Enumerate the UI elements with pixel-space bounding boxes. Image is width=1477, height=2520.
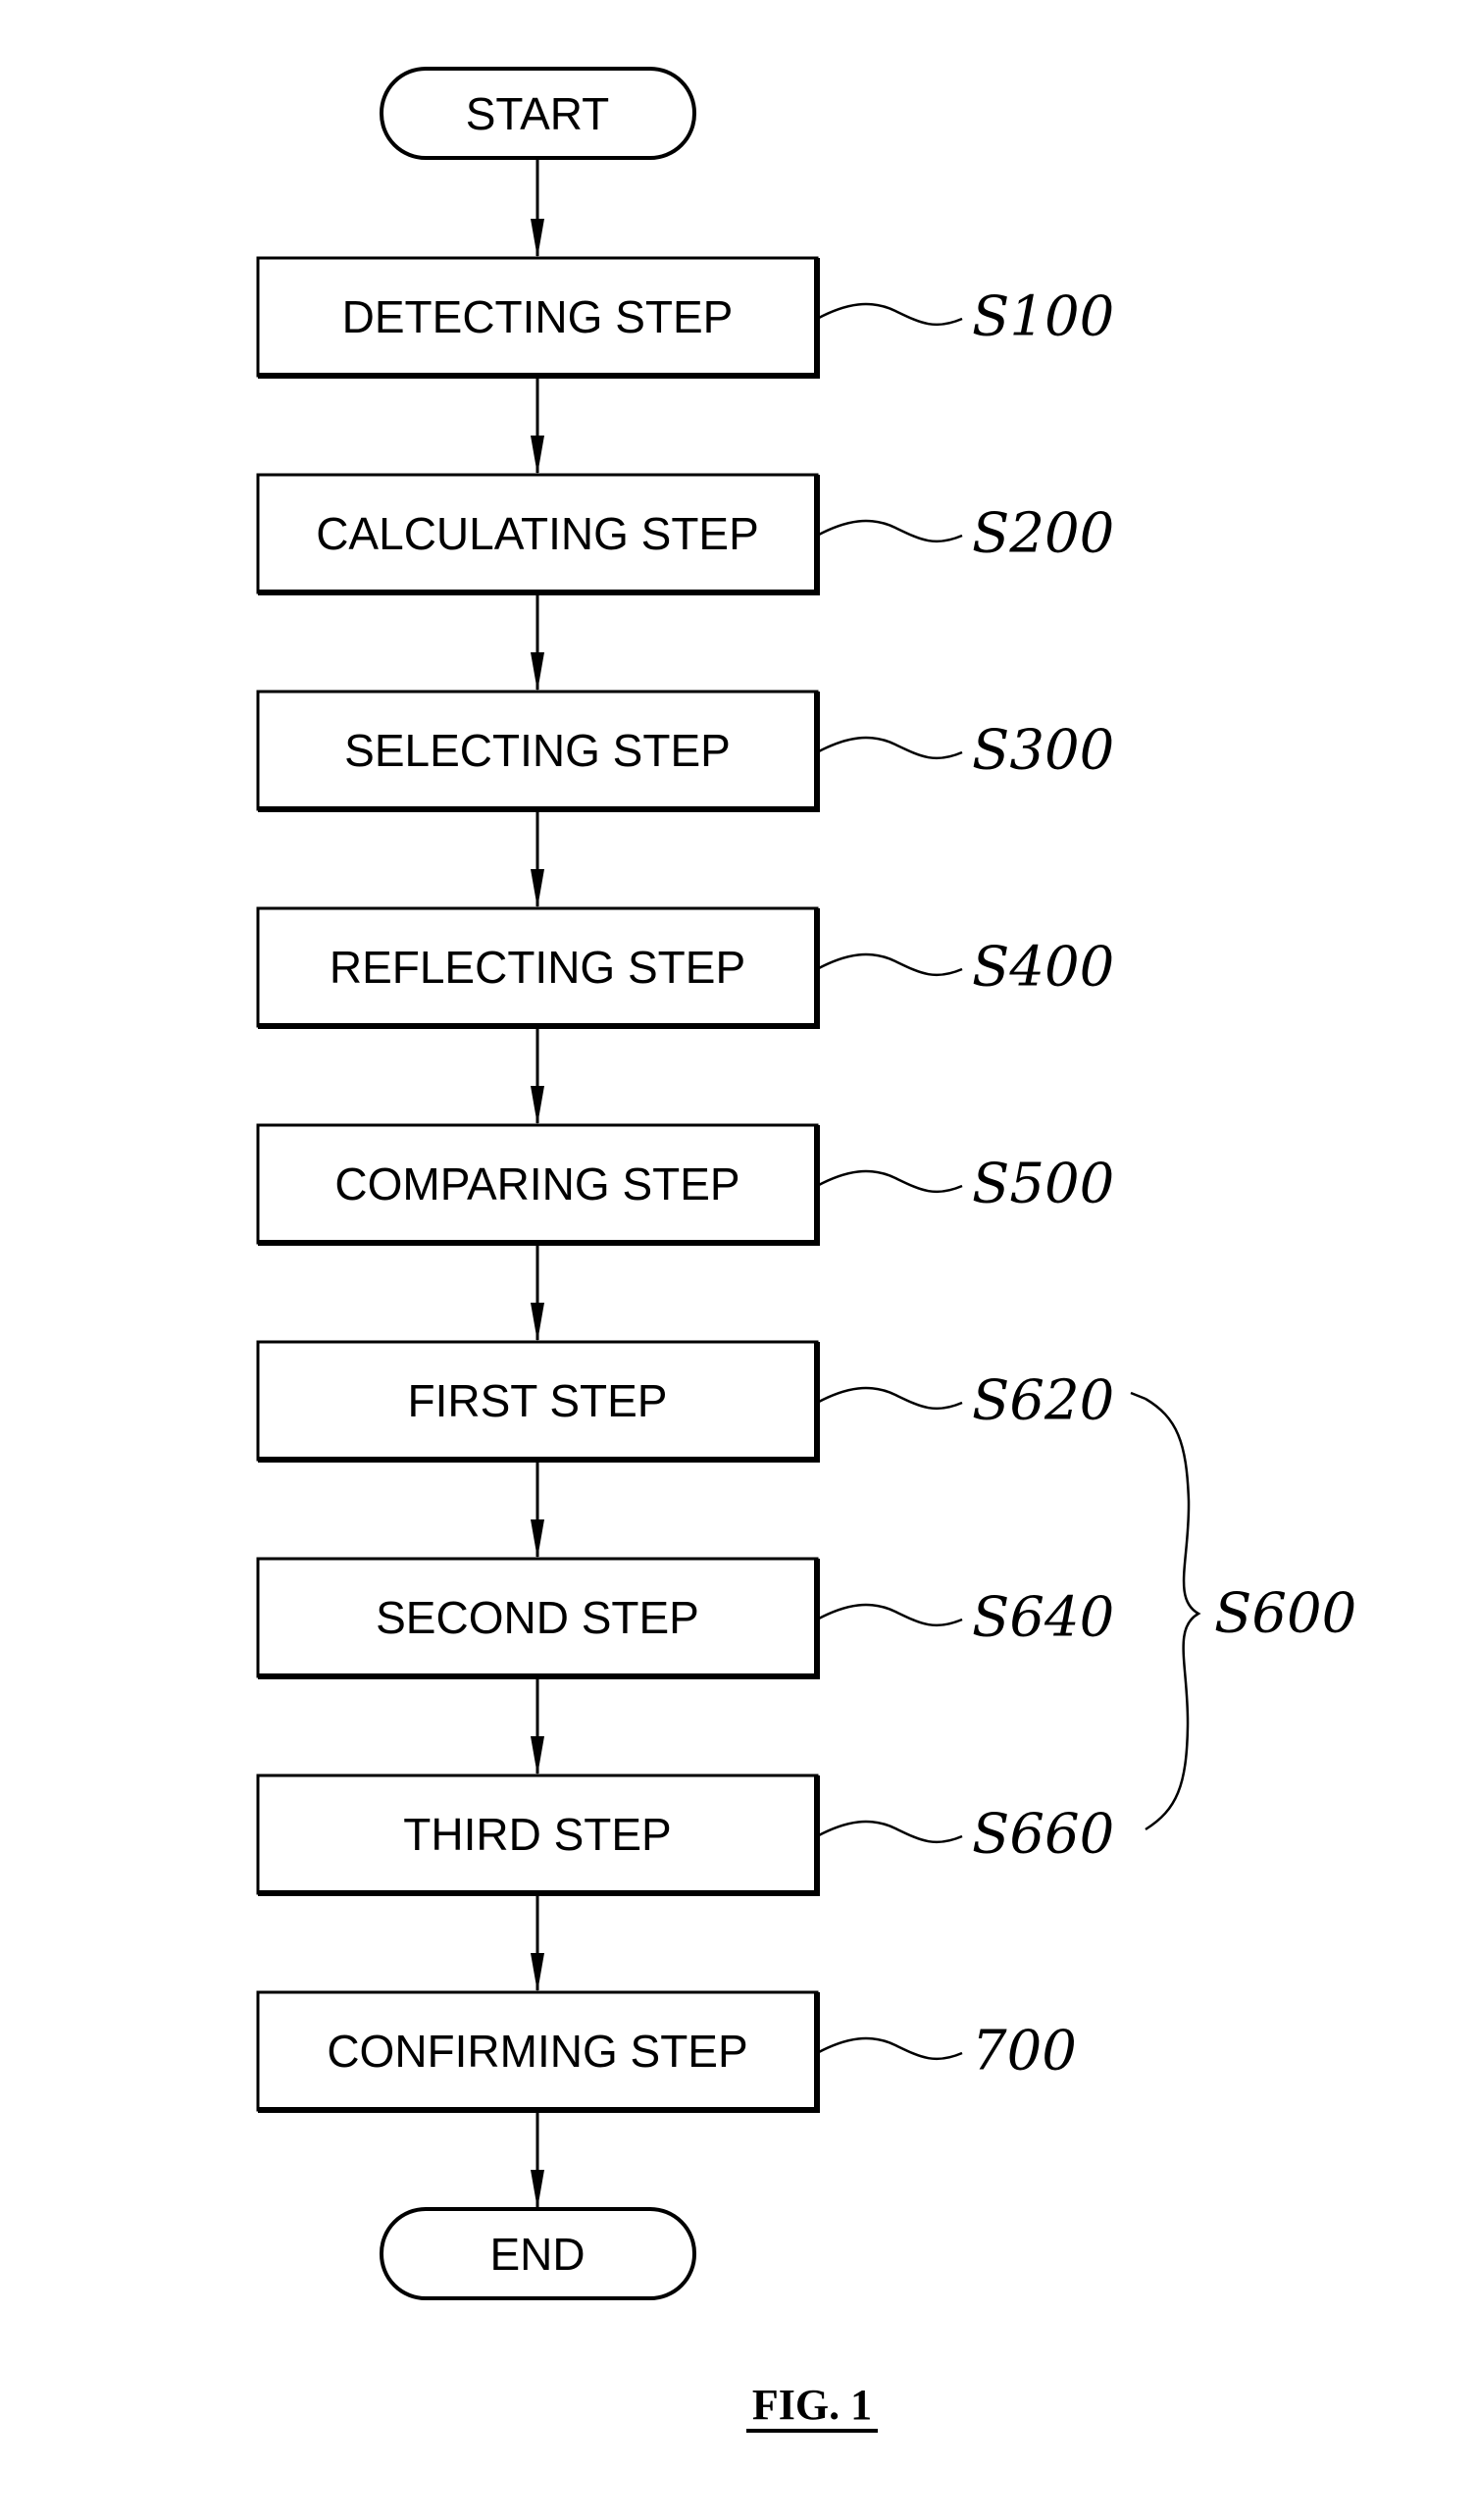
step-box: SECOND STEP S640 (256, 1557, 1114, 1679)
reference-leader (816, 519, 963, 543)
arrowhead-icon (531, 2170, 544, 2209)
arrowhead-icon (531, 219, 544, 258)
group-s600: S600 (1145, 1397, 1356, 1831)
reference-leader (816, 1603, 963, 1627)
reference-leader (816, 952, 963, 977)
step-box: REFLECTING STEP S400 (256, 906, 1114, 1029)
step-box: CALCULATING STEP S200 (256, 473, 1114, 595)
step-ref-label: 700 (972, 2020, 1077, 2083)
arrowhead-icon (531, 1736, 544, 1775)
brace-stub (1130, 1391, 1146, 1401)
step-ref-label: S620 (972, 1369, 1114, 1433)
step-box: COMPARING STEP S500 (256, 1123, 1114, 1246)
reference-leader (816, 302, 963, 327)
step-box: SELECTING STEP S300 (256, 690, 1114, 812)
step-label: REFLECTING STEP (330, 942, 745, 993)
arrowhead-icon (531, 1303, 544, 1342)
arrowhead-icon (531, 869, 544, 908)
arrowhead-icon (531, 436, 544, 475)
end-label: END (489, 2229, 585, 2280)
step-label: DETECTING STEP (342, 291, 734, 342)
flowchart: START DETECTING STEP S100 CALCULATING STEP… (256, 67, 1356, 2433)
step-box: THIRD STEP S660 (256, 1774, 1114, 1896)
step-ref-label: S640 (972, 1586, 1114, 1650)
group-brace (1145, 1397, 1201, 1831)
step-ref-label: S660 (972, 1803, 1114, 1867)
step-label: SECOND STEP (376, 1592, 699, 1643)
step-label: COMPARING STEP (334, 1158, 739, 1209)
figure-caption: FIG. 1 (746, 2381, 878, 2433)
step-label: THIRD STEP (403, 1809, 671, 1860)
step-ref-label: S200 (972, 502, 1114, 566)
start-terminal: START (380, 67, 696, 160)
reference-leader (816, 1386, 963, 1411)
reference-leader (816, 736, 963, 760)
step-label: CALCULATING STEP (316, 508, 759, 559)
step-label: CONFIRMING STEP (327, 2026, 747, 2077)
end-terminal: END (380, 2207, 696, 2300)
reference-leader (816, 1820, 963, 1844)
steps: DETECTING STEP S100 CALCULATING STEP S200 SE… (256, 256, 1146, 2113)
step-ref-label: S100 (972, 285, 1114, 349)
reference-leader (816, 1169, 963, 1194)
step-box: FIRST STEP S620 (256, 1340, 1146, 1463)
step-ref-label: S300 (972, 719, 1114, 783)
step-ref-label: S400 (972, 936, 1114, 1000)
step-ref-label: S500 (972, 1153, 1114, 1216)
step-box: CONFIRMING STEP 700 (256, 1990, 1077, 2113)
figure-caption-text: FIG. 1 (752, 2381, 872, 2429)
arrowhead-icon (531, 1953, 544, 1992)
step-label: FIRST STEP (408, 1375, 668, 1426)
start-label: START (466, 88, 610, 139)
group-ref-label: S600 (1214, 1582, 1356, 1646)
step-label: SELECTING STEP (344, 725, 731, 776)
arrowhead-icon (531, 1086, 544, 1125)
reference-leader (816, 2036, 963, 2061)
arrowhead-icon (531, 1519, 544, 1559)
step-box: DETECTING STEP S100 (256, 256, 1114, 379)
arrowhead-icon (531, 652, 544, 692)
